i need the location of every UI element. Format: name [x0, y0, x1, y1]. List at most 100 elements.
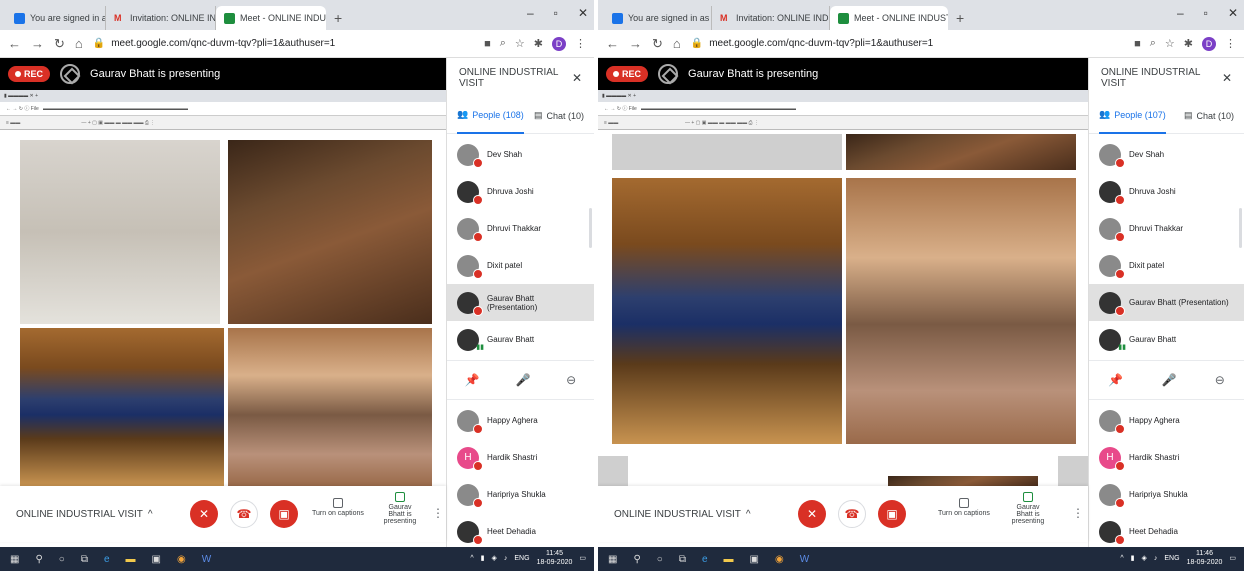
- profile-avatar[interactable]: D: [552, 36, 566, 51]
- browser-tab[interactable]: You are signed in as ce.dmm✕: [604, 6, 712, 30]
- remove-icon[interactable]: ⊖: [566, 373, 576, 387]
- presenting-button[interactable]: Gaurav Bhatt is presenting: [1008, 492, 1048, 525]
- menu-icon[interactable]: ⋮: [1225, 37, 1236, 50]
- participant-row[interactable]: Dhruvi Thakkar: [1089, 210, 1244, 247]
- chrome-icon[interactable]: ◉: [775, 554, 784, 565]
- cortana-icon[interactable]: ○: [657, 554, 663, 565]
- participant-row[interactable]: Haripriya Shukla: [447, 476, 594, 513]
- more-options-icon[interactable]: ⋮: [432, 506, 444, 520]
- participant-row[interactable]: Gaurav Bhatt (Presentation): [1089, 284, 1244, 321]
- camera-icon[interactable]: ■: [484, 38, 491, 50]
- mic-icon[interactable]: 🎤: [1161, 373, 1176, 387]
- close-window-icon[interactable]: ✕: [1228, 6, 1238, 20]
- tab-chat[interactable]: ▤ Chat (10): [1184, 98, 1234, 134]
- participant-row[interactable]: Dhruvi Thakkar: [447, 210, 594, 247]
- edge-icon[interactable]: e: [702, 554, 708, 565]
- extension-icon[interactable]: ✱: [1184, 37, 1193, 50]
- store-icon[interactable]: ▣: [750, 554, 759, 565]
- minimize-icon[interactable]: –: [1177, 6, 1184, 20]
- new-tab-button[interactable]: +: [326, 6, 350, 30]
- participant-row[interactable]: Dixit patel: [1089, 247, 1244, 284]
- participant-row[interactable]: Haripriya Shukla: [1089, 476, 1244, 513]
- participant-row[interactable]: ▮▮ Gaurav Bhatt: [447, 321, 594, 358]
- presenting-button[interactable]: Gaurav Bhatt is presenting: [380, 492, 420, 525]
- pin-icon[interactable]: 📌: [465, 373, 480, 387]
- tab-people[interactable]: 👥 People (107): [1099, 98, 1166, 134]
- close-window-icon[interactable]: ✕: [578, 6, 588, 20]
- url-input[interactable]: meet.google.com/qnc-duvm-tqv?pli=1&authu…: [111, 38, 335, 49]
- participant-row[interactable]: Dhruva Joshi: [1089, 173, 1244, 210]
- search-icon[interactable]: ⚲: [35, 554, 42, 565]
- panel-scrollbar[interactable]: [1239, 208, 1242, 248]
- url-input[interactable]: meet.google.com/qnc-duvm-tqv?pli=1&authu…: [709, 38, 933, 49]
- edge-icon[interactable]: e: [104, 554, 110, 565]
- participant-row[interactable]: Dev Shah: [1089, 136, 1244, 173]
- minimize-icon[interactable]: –: [527, 6, 534, 20]
- search-icon[interactable]: ⚲: [633, 554, 640, 565]
- task-view-icon[interactable]: ⧉: [81, 554, 88, 565]
- participant-row[interactable]: Dev Shah: [447, 136, 594, 173]
- forward-icon[interactable]: →: [629, 36, 642, 51]
- windows-start-icon[interactable]: ▦: [608, 554, 617, 565]
- profile-avatar[interactable]: D: [1202, 36, 1216, 51]
- mic-off-button[interactable]: ✕: [190, 500, 218, 528]
- meeting-details-button[interactable]: ONLINE INDUSTRIAL VISIT ^: [598, 509, 751, 520]
- maximize-icon[interactable]: ▫: [1204, 6, 1208, 20]
- file-explorer-icon[interactable]: ▬: [126, 554, 136, 565]
- participant-row[interactable]: ▮▮ Gaurav Bhatt: [1089, 321, 1244, 358]
- browser-tab[interactable]: You are signed in as ce.dmm✕: [6, 6, 106, 30]
- close-panel-icon[interactable]: ✕: [1222, 71, 1232, 85]
- reload-icon[interactable]: ↻: [54, 36, 65, 52]
- camera-icon[interactable]: ■: [1134, 38, 1141, 50]
- captions-button[interactable]: Turn on captions: [938, 498, 990, 517]
- zoom-icon[interactable]: ⌕: [500, 37, 506, 50]
- notification-icon[interactable]: ▭: [579, 554, 586, 562]
- participant-row[interactable]: H Hardik Shastri: [447, 439, 594, 476]
- new-tab-button[interactable]: +: [948, 6, 972, 30]
- leave-call-button[interactable]: ☎: [230, 500, 258, 528]
- more-options-icon[interactable]: ⋮: [1072, 506, 1084, 520]
- browser-tab[interactable]: MInvitation: ONLINE INDUSTRIAL✕: [106, 6, 216, 30]
- camera-off-button[interactable]: ▣: [878, 500, 906, 528]
- maximize-icon[interactable]: ▫: [554, 6, 558, 20]
- camera-off-button[interactable]: ▣: [270, 500, 298, 528]
- pin-icon[interactable]: 📌: [1108, 373, 1123, 387]
- cortana-icon[interactable]: ○: [59, 554, 65, 565]
- participant-row[interactable]: Happy Aghera: [1089, 402, 1244, 439]
- notification-icon[interactable]: ▭: [1229, 554, 1236, 562]
- meeting-details-button[interactable]: ONLINE INDUSTRIAL VISIT ^: [0, 509, 153, 520]
- browser-tab-active[interactable]: Meet - ONLINE INDUSTRIAL✕: [830, 6, 948, 30]
- participant-row[interactable]: Dhruva Joshi: [447, 173, 594, 210]
- mic-icon[interactable]: 🎤: [515, 373, 530, 387]
- participant-row[interactable]: H Hardik Shastri: [1089, 439, 1244, 476]
- word-icon[interactable]: W: [202, 554, 211, 565]
- extension-icon[interactable]: ✱: [534, 37, 543, 50]
- zoom-icon[interactable]: ⌕: [1150, 37, 1156, 50]
- store-icon[interactable]: ▣: [152, 554, 161, 565]
- reload-icon[interactable]: ↻: [652, 36, 663, 52]
- leave-call-button[interactable]: ☎: [838, 500, 866, 528]
- participant-row[interactable]: Happy Aghera: [447, 402, 594, 439]
- back-icon[interactable]: ←: [606, 36, 619, 51]
- captions-button[interactable]: Turn on captions: [312, 498, 364, 517]
- word-icon[interactable]: W: [800, 554, 809, 565]
- panel-scrollbar[interactable]: [589, 208, 592, 248]
- browser-tab-active[interactable]: Meet - ONLINE INDUSTRIAL✕: [216, 6, 326, 30]
- remove-icon[interactable]: ⊖: [1215, 373, 1225, 387]
- tab-people[interactable]: 👥 People (108): [457, 98, 524, 134]
- back-icon[interactable]: ←: [8, 36, 21, 51]
- star-icon[interactable]: ☆: [515, 37, 525, 50]
- mic-off-button[interactable]: ✕: [798, 500, 826, 528]
- participant-row[interactable]: Gaurav Bhatt (Presentation): [447, 284, 594, 321]
- tab-chat[interactable]: ▤ Chat (10): [534, 98, 584, 134]
- browser-tab[interactable]: MInvitation: ONLINE INDUSTRIAL✕: [712, 6, 830, 30]
- star-icon[interactable]: ☆: [1165, 37, 1175, 50]
- windows-start-icon[interactable]: ▦: [10, 554, 19, 565]
- participant-row[interactable]: Heet Dehadia: [447, 513, 594, 550]
- file-explorer-icon[interactable]: ▬: [724, 554, 734, 565]
- task-view-icon[interactable]: ⧉: [679, 554, 686, 565]
- home-icon[interactable]: ⌂: [673, 36, 681, 51]
- menu-icon[interactable]: ⋮: [575, 37, 586, 50]
- forward-icon[interactable]: →: [31, 36, 44, 51]
- chrome-icon[interactable]: ◉: [177, 554, 186, 565]
